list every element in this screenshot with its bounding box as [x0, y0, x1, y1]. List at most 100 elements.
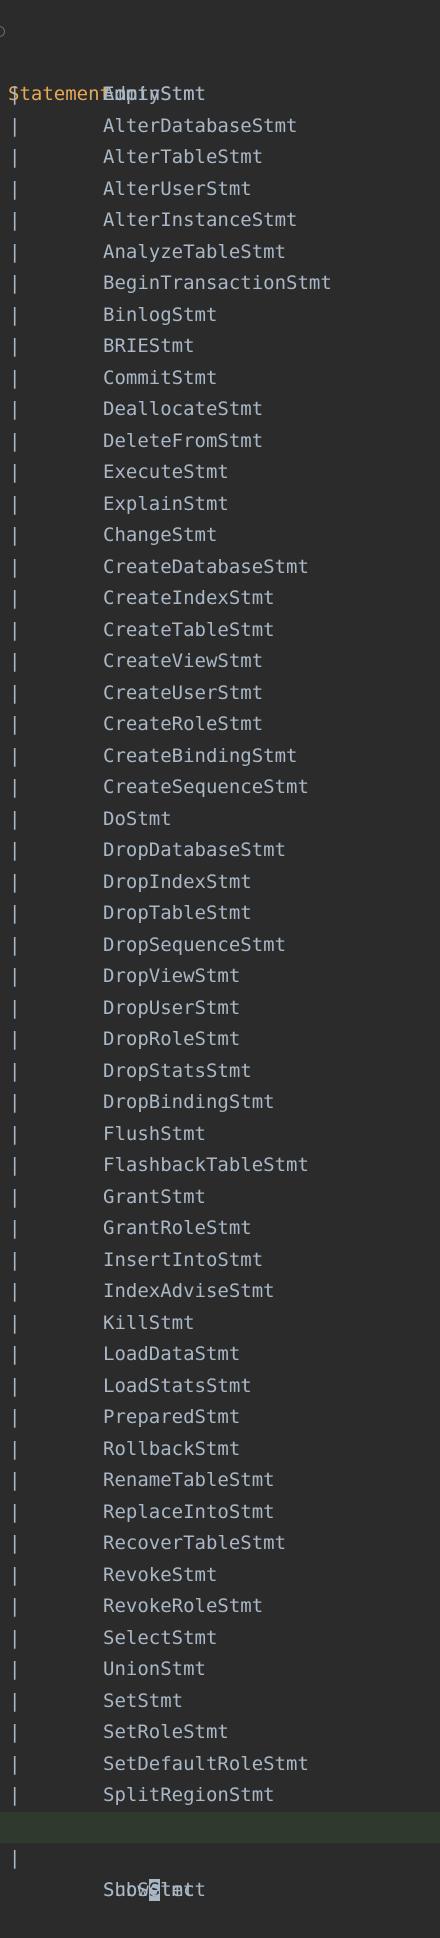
- pipe-separator: |: [9, 492, 21, 515]
- code-line[interactable]: EmptyStmt: [0, 48, 440, 105]
- code-line[interactable]: | AdminStmt: [0, 79, 440, 111]
- code-line[interactable]: | ExplainStmt: [0, 489, 440, 521]
- code-line-partial[interactable]: SubSelect: [0, 1843, 440, 1901]
- alternative-name: DeleteFromStmt: [103, 429, 264, 452]
- code-line[interactable]: | InsertIntoStmt: [0, 1245, 440, 1277]
- code-line[interactable]: | AlterDatabaseStmt: [0, 111, 440, 143]
- code-line[interactable]: | CreateUserStmt: [0, 678, 440, 710]
- code-line[interactable]: | GrantStmt: [0, 1182, 440, 1214]
- alternative-name: RenameTableStmt: [103, 1469, 275, 1491]
- code-line[interactable]: | RenameTableStmt: [0, 1465, 440, 1497]
- code-line[interactable]: | SetDefaultRoleStmt: [0, 1749, 440, 1781]
- pipe-separator: |: [9, 1154, 21, 1176]
- alternative-name: IndexAdviseStmt: [103, 1280, 275, 1302]
- code-line[interactable]: | LoadStatsStmt: [0, 1371, 440, 1403]
- code-line[interactable]: | SetStmt: [0, 1686, 440, 1718]
- code-line[interactable]: | DropUserStmt: [0, 993, 440, 1025]
- code-line[interactable]: | CreateSequenceStmt: [0, 772, 440, 804]
- rule-header-line[interactable]: Statement:: [0, 16, 440, 105]
- code-line[interactable]: | AlterInstanceStmt: [0, 205, 440, 237]
- alternative-name: SubSelect: [103, 1878, 206, 1901]
- code-line[interactable]: | DropTableStmt: [0, 898, 440, 930]
- pipe-separator: |: [9, 1626, 21, 1649]
- code-line[interactable]: | DropStatsStmt: [0, 1056, 440, 1088]
- code-line[interactable]: | DropViewStmt: [0, 961, 440, 993]
- pipe-separator: |: [9, 240, 21, 263]
- pipe-separator: |: [9, 1343, 21, 1365]
- code-line[interactable]: | AlterTableStmt: [0, 142, 440, 174]
- code-line[interactable]: | CreateTableStmt: [0, 615, 440, 647]
- code-line[interactable]: | IndexAdviseStmt: [0, 1276, 440, 1308]
- code-line[interactable]: | RevokeStmt: [0, 1560, 440, 1592]
- code-line[interactable]: | DropDatabaseStmt: [0, 835, 440, 867]
- code-line[interactable]: | SelectStmt: [0, 1623, 440, 1655]
- code-line[interactable]: | SplitRegionStmt: [0, 1780, 440, 1812]
- code-line[interactable]: | DropRoleStmt: [0, 1024, 440, 1056]
- pipe-separator: |: [9, 1563, 21, 1586]
- code-line[interactable]: | ReplaceIntoStmt: [0, 1497, 440, 1529]
- code-line[interactable]: | DeallocateStmt: [0, 394, 440, 426]
- alternative-name: AlterDatabaseStmt: [103, 114, 298, 137]
- pipe-separator: |: [9, 1784, 21, 1806]
- alternative-name: DropDatabaseStmt: [103, 839, 287, 861]
- code-line[interactable]: | CreateDatabaseStmt: [0, 552, 440, 584]
- code-line[interactable]: | ExecuteStmt: [0, 457, 440, 489]
- alternative-name: BeginTransactionStmt: [103, 272, 332, 294]
- current-line[interactable]: | ShowStmt: [0, 1811, 440, 1901]
- code-line[interactable]: | CreateViewStmt: [0, 646, 440, 678]
- code-line[interactable]: | FlushStmt: [0, 1119, 440, 1151]
- pipe-separator: |: [9, 933, 21, 956]
- pipe-separator: |: [9, 1028, 21, 1050]
- code-line[interactable]: | CreateRoleStmt: [0, 709, 440, 741]
- code-line[interactable]: | RecoverTableStmt: [0, 1528, 440, 1560]
- pipe-separator: |: [9, 272, 21, 294]
- code-line[interactable]: | DeleteFromStmt: [0, 426, 440, 458]
- pipe-separator: |: [9, 366, 21, 389]
- code-line[interactable]: | CommitStmt: [0, 363, 440, 395]
- alternative-name: LoadStatsStmt: [103, 1374, 252, 1397]
- code-line[interactable]: | RollbackStmt: [0, 1434, 440, 1466]
- code-line[interactable]: | BeginTransactionStmt: [0, 268, 440, 300]
- code-line[interactable]: | CreateBindingStmt: [0, 741, 440, 773]
- code-line[interactable]: | LoadDataStmt: [0, 1339, 440, 1371]
- alternative-name: DropUserStmt: [103, 996, 241, 1019]
- pipe-separator: |: [9, 555, 21, 578]
- code-line[interactable]: | CreateIndexStmt: [0, 583, 440, 615]
- code-line[interactable]: | PreparedStmt: [0, 1402, 440, 1434]
- pipe-separator: |: [9, 1721, 21, 1743]
- code-line[interactable]: | GrantRoleStmt: [0, 1213, 440, 1245]
- code-line[interactable]: | BinlogStmt: [0, 300, 440, 332]
- alternative-name: CreateDatabaseStmt: [103, 555, 309, 578]
- fold-icon[interactable]: [0, 26, 5, 37]
- pipe-separator: |: [9, 1595, 21, 1617]
- code-editor[interactable]: Statement: EmptyStmt | AdminStmt | AlterDat…: [0, 0, 440, 1901]
- alternative-name: GrantStmt: [103, 1185, 206, 1208]
- alternative-name: InsertIntoStmt: [103, 1248, 264, 1271]
- alternative-name: RevokeStmt: [103, 1563, 218, 1586]
- alternative-name: CreateUserStmt: [103, 681, 264, 704]
- alternative-name: KillStmt: [103, 1311, 195, 1334]
- code-line[interactable]: | KillStmt: [0, 1308, 440, 1340]
- code-line[interactable]: | BRIEStmt: [0, 331, 440, 363]
- code-line[interactable]: | UnionStmt: [0, 1654, 440, 1686]
- pipe-separator: |: [9, 1752, 21, 1775]
- alternative-name: CreateTableStmt: [103, 618, 275, 641]
- pipe-separator: |: [9, 996, 21, 1019]
- code-line[interactable]: | DropSequenceStmt: [0, 930, 440, 962]
- code-line[interactable]: | DoStmt: [0, 804, 440, 836]
- pipe-separator: |: [9, 618, 21, 641]
- code-line[interactable]: | ChangeStmt: [0, 520, 440, 552]
- code-line[interactable]: | DropBindingStmt: [0, 1087, 440, 1119]
- code-line[interactable]: | FlashbackTableStmt: [0, 1150, 440, 1182]
- code-line[interactable]: | AnalyzeTableStmt: [0, 237, 440, 269]
- code-line[interactable]: | RevokeRoleStmt: [0, 1591, 440, 1623]
- pipe-separator: |: [9, 1217, 21, 1239]
- code-line[interactable]: | AlterUserStmt: [0, 174, 440, 206]
- alternative-name: DropStatsStmt: [103, 1059, 252, 1082]
- code-line[interactable]: | SetRoleStmt: [0, 1717, 440, 1749]
- pipe-separator: |: [9, 461, 21, 483]
- alternative-name: FlushStmt: [103, 1122, 206, 1145]
- alternative-name: DropRoleStmt: [103, 1028, 241, 1050]
- pipe-separator: |: [9, 744, 21, 767]
- code-line[interactable]: | DropIndexStmt: [0, 867, 440, 899]
